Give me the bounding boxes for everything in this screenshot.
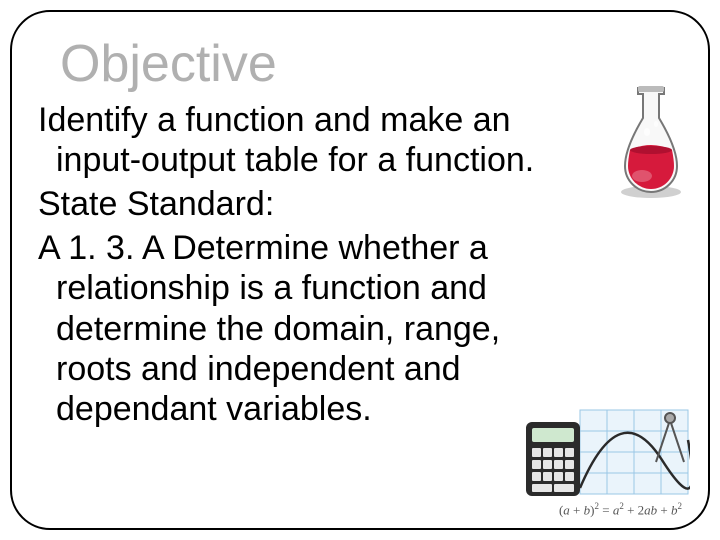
slide-title: Objective: [60, 34, 682, 94]
body-text: roots and independent and: [56, 350, 461, 388]
body-text: A 1. 3. A Determine whether a: [38, 229, 488, 267]
slide-body: Identify a function and make an input-ou…: [38, 100, 682, 429]
body-line: Identify a function and make an input-ou…: [38, 100, 682, 180]
body-text: dependant variables.: [56, 390, 372, 428]
body-text: Identify a function and make an: [38, 101, 511, 139]
body-text: relationship is a function and: [56, 269, 487, 307]
slide-frame: Objective Identify a function and make a…: [10, 10, 710, 530]
body-line: State Standard:: [38, 184, 682, 224]
calculator-graph-icon: [520, 400, 690, 510]
body-text: State Standard:: [38, 185, 274, 223]
body-text: input-output table for a function.: [56, 141, 534, 179]
body-line: A 1. 3. A Determine whether a relationsh…: [38, 228, 682, 429]
body-text: determine the domain, range,: [56, 310, 500, 348]
formula-text: (a + b)2 = a2 + 2ab + b2: [559, 501, 682, 518]
flask-icon: [608, 80, 694, 200]
